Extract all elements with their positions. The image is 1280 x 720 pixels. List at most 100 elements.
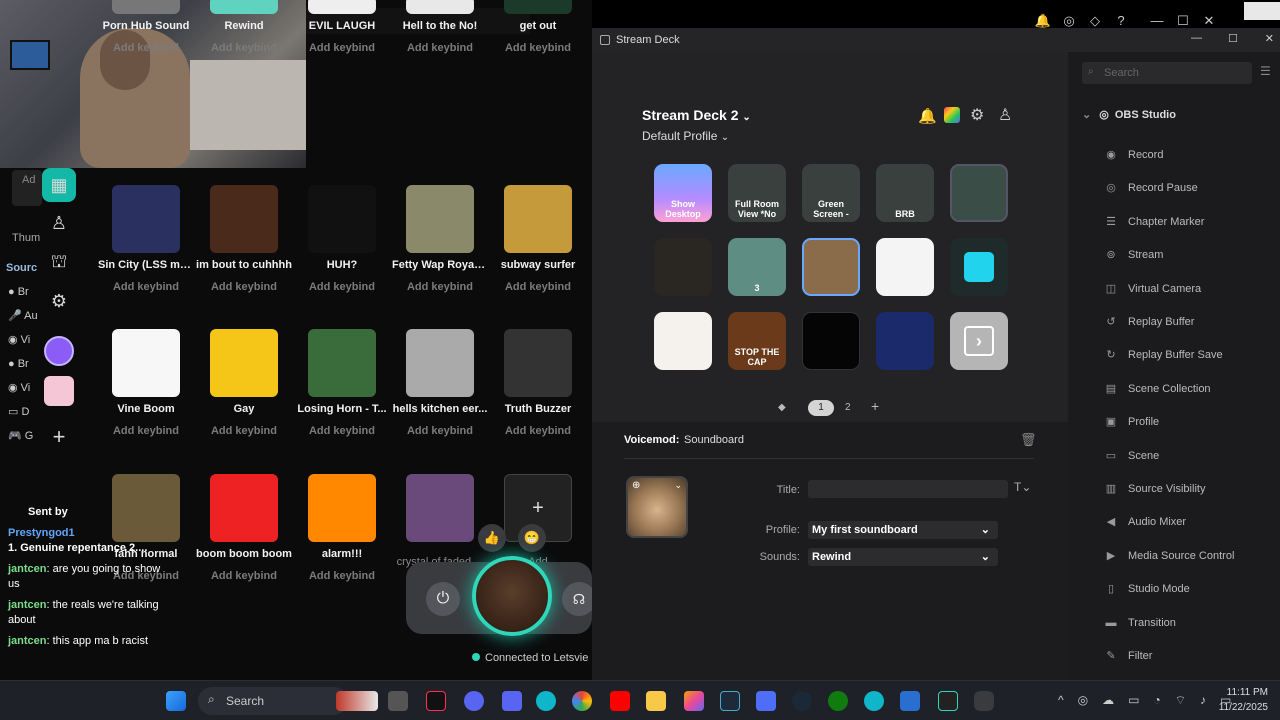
app-icon[interactable]: [900, 691, 920, 711]
tag-icon[interactable]: ◇: [1082, 13, 1108, 29]
add-nav-icon[interactable]: +: [40, 418, 78, 456]
youtube-icon[interactable]: [610, 691, 630, 711]
sound-tile[interactable]: Sin City (LSS me... Add keybind: [98, 185, 194, 293]
deck-key[interactable]: Full Room View *No: [728, 164, 786, 222]
add-keybind-link[interactable]: Add keybind: [294, 42, 390, 54]
discord-app-icon[interactable]: [502, 691, 522, 711]
close-icon[interactable]: ✕: [1196, 13, 1222, 29]
app-icon[interactable]: [720, 691, 740, 711]
action-item[interactable]: ◫ Virtual Camera: [1102, 279, 1201, 299]
action-item[interactable]: ⊚ Stream: [1102, 245, 1163, 265]
action-item[interactable]: ▯ Studio Mode: [1102, 579, 1190, 599]
action-item[interactable]: ▬ Transition: [1102, 613, 1176, 633]
sound-tile[interactable]: EVIL LAUGH Add keybind: [294, 0, 390, 54]
add-keybind-link[interactable]: Add keybind: [294, 570, 390, 582]
action-item[interactable]: ☰ Chapter Marker: [1102, 212, 1204, 232]
marketplace-icon[interactable]: [944, 107, 960, 123]
edge-icon[interactable]: [864, 691, 884, 711]
sd-minimize-icon[interactable]: —: [1191, 32, 1202, 44]
page-2-button[interactable]: 2: [845, 402, 851, 413]
action-item[interactable]: ▶ Media Source Control: [1102, 546, 1235, 566]
deck-key[interactable]: BRB: [876, 164, 934, 222]
store-nav-icon[interactable]: ⛫: [40, 244, 78, 282]
profile-selector[interactable]: Default Profile ⌄: [642, 129, 729, 143]
settings-icon[interactable]: ⚙: [970, 105, 984, 125]
add-keybind-link[interactable]: Add keybind: [98, 281, 194, 293]
bell-icon[interactable]: 🔔: [1030, 13, 1056, 29]
emoji-icon[interactable]: 😁: [518, 524, 546, 552]
stream-deck-icon[interactable]: [974, 691, 994, 711]
add-keybind-link[interactable]: Add keybind: [98, 425, 194, 437]
sound-tile[interactable]: hells kitchen eer... Add keybind: [392, 329, 488, 437]
voice-avatar-icon[interactable]: [40, 332, 78, 370]
source-item[interactable]: 🎤 Au: [0, 304, 40, 328]
add-keybind-link[interactable]: Add keybind: [392, 425, 488, 437]
page-1-button[interactable]: 1: [808, 400, 834, 416]
deck-key[interactable]: [802, 238, 860, 296]
deck-key[interactable]: [876, 238, 934, 296]
add-keybind-link[interactable]: Add keybind: [490, 281, 586, 293]
thumbs-up-icon[interactable]: 👍: [478, 524, 506, 552]
action-item[interactable]: ↻ Replay Buffer Save: [1102, 345, 1222, 365]
sd-maximize-icon[interactable]: ☐: [1228, 32, 1238, 45]
add-keybind-link[interactable]: Add keybind: [196, 570, 292, 582]
action-item[interactable]: ↺ Replay Buffer: [1102, 312, 1194, 332]
title-input[interactable]: [808, 480, 1008, 498]
action-item[interactable]: ▣ Profile: [1102, 412, 1159, 432]
add-keybind-link[interactable]: Add keybind: [490, 42, 586, 54]
add-keybind-link[interactable]: Add keybind: [196, 425, 292, 437]
add-sound-tile[interactable]: +Add: [490, 474, 586, 568]
action-item[interactable]: ▤ Scene Collection: [1102, 379, 1211, 399]
sound-tile[interactable]: boom boom boom Add keybind: [196, 474, 292, 582]
add-keybind-link[interactable]: Add keybind: [98, 42, 194, 54]
deck-key[interactable]: [950, 164, 1008, 222]
add-keybind-link[interactable]: Add keybind: [392, 281, 488, 293]
face-avatar-icon[interactable]: [40, 372, 78, 410]
add-keybind-link[interactable]: Add keybind: [196, 42, 292, 54]
text-format-icon[interactable]: T⌄: [1014, 480, 1031, 494]
category-obs[interactable]: ⌄ ◎ OBS Studio: [1082, 108, 1176, 121]
minimize-icon[interactable]: —: [1144, 13, 1170, 28]
sound-tile[interactable]: HUH? Add keybind: [294, 185, 390, 293]
start-icon[interactable]: [166, 691, 186, 711]
source-item[interactable]: 🎮 G: [0, 424, 40, 448]
sound-tile[interactable]: Truth Buzzer Add keybind: [490, 329, 586, 437]
copilot-icon[interactable]: [684, 691, 704, 711]
deck-key[interactable]: 3: [728, 238, 786, 296]
system-tray[interactable]: ^◎☁▭◔⌔♪▭: [1058, 693, 1245, 708]
chrome-icon[interactable]: [572, 691, 592, 711]
help-icon[interactable]: ?: [1108, 13, 1134, 28]
discord-icon[interactable]: ◎: [1056, 13, 1082, 29]
add-keybind-link[interactable]: Add keybind: [294, 281, 390, 293]
account-icon[interactable]: ♙: [998, 105, 1012, 125]
sound-tile[interactable]: Porn Hub Sound Add keybind: [98, 0, 194, 54]
deck-key[interactable]: STOP THE CAP: [728, 312, 786, 370]
add-keybind-link[interactable]: Add keybind: [294, 425, 390, 437]
deck-key[interactable]: [876, 312, 934, 370]
sound-tile[interactable]: Hell to the No! Add keybind: [392, 0, 488, 54]
deck-key[interactable]: [802, 312, 860, 370]
settings-nav-icon[interactable]: ⚙: [40, 282, 78, 320]
deck-key[interactable]: [654, 238, 712, 296]
power-icon[interactable]: ⏻: [426, 582, 460, 616]
widget-icon[interactable]: [336, 691, 378, 711]
deck-key[interactable]: [654, 312, 712, 370]
task-view-icon[interactable]: [388, 691, 408, 711]
app-icon[interactable]: [756, 691, 776, 711]
trash-icon[interactable]: 🗑: [1020, 432, 1037, 448]
search-input[interactable]: Search: [1082, 62, 1252, 84]
sound-tile[interactable]: Losing Horn - T... Add keybind: [294, 329, 390, 437]
sound-tile[interactable]: subway surfer Add keybind: [490, 185, 586, 293]
voicemod-icon[interactable]: [938, 691, 958, 711]
add-page-icon[interactable]: +: [871, 398, 879, 414]
taskbar-search[interactable]: Search: [198, 687, 348, 715]
action-item[interactable]: ✎ Filter: [1102, 646, 1152, 666]
source-item[interactable]: ● Br: [0, 352, 40, 376]
hear-myself-icon[interactable]: ☊: [562, 582, 592, 616]
add-keybind-link[interactable]: Add keybind: [196, 281, 292, 293]
sounds-select[interactable]: Rewind ⌄: [808, 548, 998, 566]
voice-avatar[interactable]: [472, 556, 552, 636]
deck-key[interactable]: ›: [950, 312, 1008, 370]
add-keybind-link[interactable]: Add keybind: [490, 425, 586, 437]
notification-icon[interactable]: 🔔: [918, 107, 937, 125]
